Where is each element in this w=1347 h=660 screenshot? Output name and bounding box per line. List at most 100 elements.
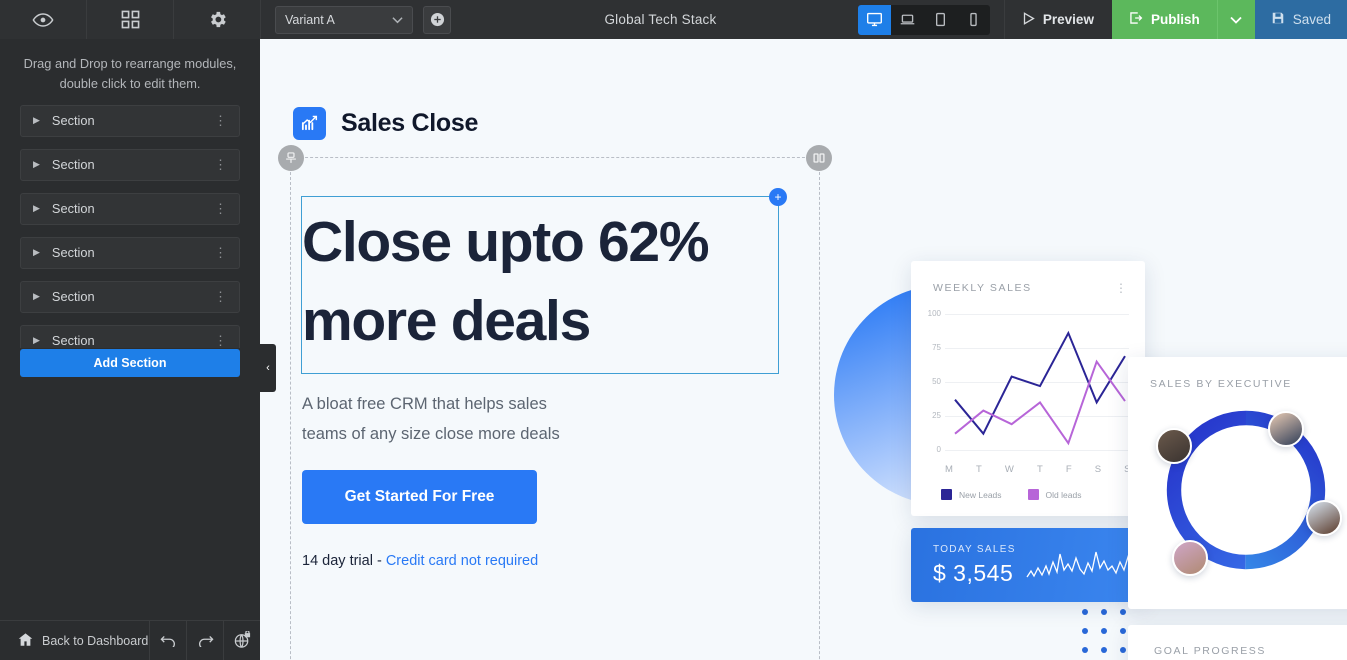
section-options-icon[interactable]: ⋮ — [214, 158, 227, 171]
legend-label: Old leads — [1045, 489, 1082, 500]
sidebar: Drag and Drop to rearrange modules, doub… — [0, 39, 260, 660]
page-builder-app: Variant A Global Tech Stack Preview Publ… — [0, 0, 1347, 660]
sidebar-collapse-handle[interactable]: ‹ — [260, 344, 276, 392]
saved-button[interactable]: Saved — [1254, 0, 1347, 39]
chevron-right-icon: ▶ — [33, 115, 40, 126]
section-options-icon[interactable]: ⋮ — [214, 114, 227, 127]
hero-sub-line-2: teams of any size close more deals — [302, 425, 560, 443]
logo-text: Sales Close — [341, 109, 479, 137]
globe-lock-icon[interactable] — [223, 621, 260, 660]
sidebar-section-item[interactable]: ▶ Section ⋮ — [20, 104, 240, 137]
sidebar-section-label: Section — [51, 157, 95, 173]
hero-heading-line-1: Close upto 62% — [302, 210, 710, 274]
device-preview-group — [857, 4, 990, 35]
sidebar-section-list: ▶ Section ⋮ ▶ Section ⋮ ▶ Section ⋮ ▶ Section ⋮ ▶ Sec… — [0, 104, 260, 348]
device-laptop-button[interactable] — [891, 5, 924, 35]
section-options-icon[interactable]: ⋮ — [214, 334, 227, 347]
eye-icon[interactable] — [0, 0, 87, 39]
undo-button[interactable] — [149, 621, 186, 660]
weekly-sales-title: WEEKLY SALES — [933, 282, 1032, 294]
publish-label: Publish — [1150, 12, 1200, 27]
device-mobile-button[interactable] — [957, 5, 990, 35]
variant-select-value: Variant A — [285, 12, 335, 27]
hero-heading: Close upto 62% more deals — [302, 203, 782, 361]
device-desktop-button[interactable] — [857, 4, 891, 35]
add-section-button[interactable]: Add Section — [20, 348, 240, 377]
weekly-sales-kebab-icon[interactable]: ⋮ — [1115, 282, 1127, 294]
sidebar-section-item[interactable]: ▶ Section ⋮ — [20, 192, 240, 225]
chart-series-new-leads — [954, 330, 1126, 436]
sidebar-footer: Back to Dashboard — [0, 620, 260, 660]
chart-logo-icon — [293, 107, 326, 140]
chevron-right-icon: ▶ — [33, 159, 40, 170]
credit-card-link[interactable]: Credit card not required — [386, 553, 538, 569]
sidebar-section-item[interactable]: ▶ Section ⋮ — [20, 236, 240, 269]
preview-button[interactable]: Preview — [1003, 0, 1112, 39]
chevron-right-icon: ▶ — [33, 203, 40, 214]
chevron-right-icon: ▶ — [33, 335, 40, 346]
today-sales-value: $ 3,545 — [933, 559, 1014, 586]
weekly-sales-card: WEEKLY SALES ⋮ 1007550250 MTWTFSS New Le… — [911, 261, 1145, 516]
avatar[interactable] — [1172, 540, 1208, 576]
chevron-right-icon: ▶ — [33, 291, 40, 302]
goal-progress-card: GOAL PROGRESS — [1128, 625, 1347, 660]
sidebar-hint-line-1: Drag and Drop to rearrange modules, — [23, 56, 237, 71]
sidebar-hint: Drag and Drop to rearrange modules, doub… — [0, 39, 260, 105]
get-started-button[interactable]: Get Started For Free — [302, 470, 537, 524]
device-tablet-button[interactable] — [924, 5, 957, 35]
redo-button[interactable] — [186, 621, 223, 660]
sidebar-section-label: Section — [51, 289, 95, 305]
weekly-sales-chart: 100 75 50 25 0 — [921, 308, 1135, 460]
chart-legend-item: New Leads — [941, 489, 1002, 500]
chart-x-tick: T — [1036, 464, 1044, 475]
add-variant-button[interactable] — [423, 5, 451, 34]
section-options-icon[interactable]: ⋮ — [214, 202, 227, 215]
sidebar-section-label: Section — [51, 113, 95, 129]
top-toolbar: Variant A Global Tech Stack Preview Publ… — [0, 0, 1347, 39]
back-to-dashboard-label: Back to Dashboard — [42, 633, 149, 648]
legend-swatch — [941, 489, 952, 500]
goal-progress-title: GOAL PROGRESS — [1154, 645, 1267, 657]
hero-subheading: A bloat free CRM that helps sales teams … — [302, 389, 642, 449]
today-sales-sparkline — [1026, 544, 1144, 586]
sidebar-section-item[interactable]: ▶ Section ⋮ — [20, 148, 240, 181]
chart-lines — [954, 330, 1126, 446]
section-drag-handle[interactable] — [278, 145, 304, 171]
chart-legend-item: Old leads — [1027, 489, 1082, 500]
sales-by-executive-title: SALES BY EXECUTIVE — [1150, 378, 1292, 390]
weekly-sales-x-axis: MTWTFSS — [945, 464, 1131, 475]
trial-note: 14 day trial - Credit card not required — [302, 553, 538, 569]
sidebar-section-item[interactable]: ▶ Section ⋮ — [20, 324, 240, 348]
sidebar-hint-line-2: double click to edit them. — [59, 76, 201, 92]
site-logo[interactable]: Sales Close — [293, 107, 478, 140]
hero-sub-line-1: A bloat free CRM that helps sales — [302, 395, 547, 413]
section-options-icon[interactable]: ⋮ — [214, 290, 227, 303]
avatar[interactable] — [1306, 500, 1342, 536]
chevron-right-icon: ▶ — [33, 247, 40, 258]
grid-icon[interactable] — [87, 0, 174, 39]
chart-x-tick: W — [1004, 464, 1015, 475]
avatar[interactable] — [1156, 428, 1192, 464]
builder-body: Drag and Drop to rearrange modules, doub… — [0, 39, 1347, 660]
gear-icon[interactable] — [174, 0, 261, 39]
section-columns-handle[interactable] — [806, 145, 832, 171]
decorative-dot-grid — [1082, 609, 1134, 660]
avatar[interactable] — [1268, 411, 1304, 447]
chart-x-tick: M — [945, 464, 954, 475]
hero-heading-line-2: more deals — [302, 289, 591, 353]
back-to-dashboard-button[interactable]: Back to Dashboard — [0, 621, 149, 660]
chart-x-tick: S — [1094, 464, 1102, 475]
save-disk-icon — [1271, 11, 1285, 28]
legend-label: New Leads — [959, 489, 1002, 500]
sidebar-section-item[interactable]: ▶ Section ⋮ — [20, 280, 240, 313]
legend-swatch — [1027, 489, 1039, 500]
weekly-sales-legend: New Leads Old leads — [941, 489, 1145, 500]
publish-dropdown-button[interactable] — [1216, 0, 1255, 39]
play-icon — [1023, 11, 1035, 28]
variant-select[interactable]: Variant A — [275, 5, 413, 34]
chart-x-tick: T — [976, 464, 983, 475]
publish-button[interactable]: Publish — [1111, 0, 1217, 39]
today-sales-title: TODAY SALES — [933, 543, 1016, 555]
variant-controls: Variant A — [261, 0, 463, 39]
section-options-icon[interactable]: ⋮ — [214, 246, 227, 259]
